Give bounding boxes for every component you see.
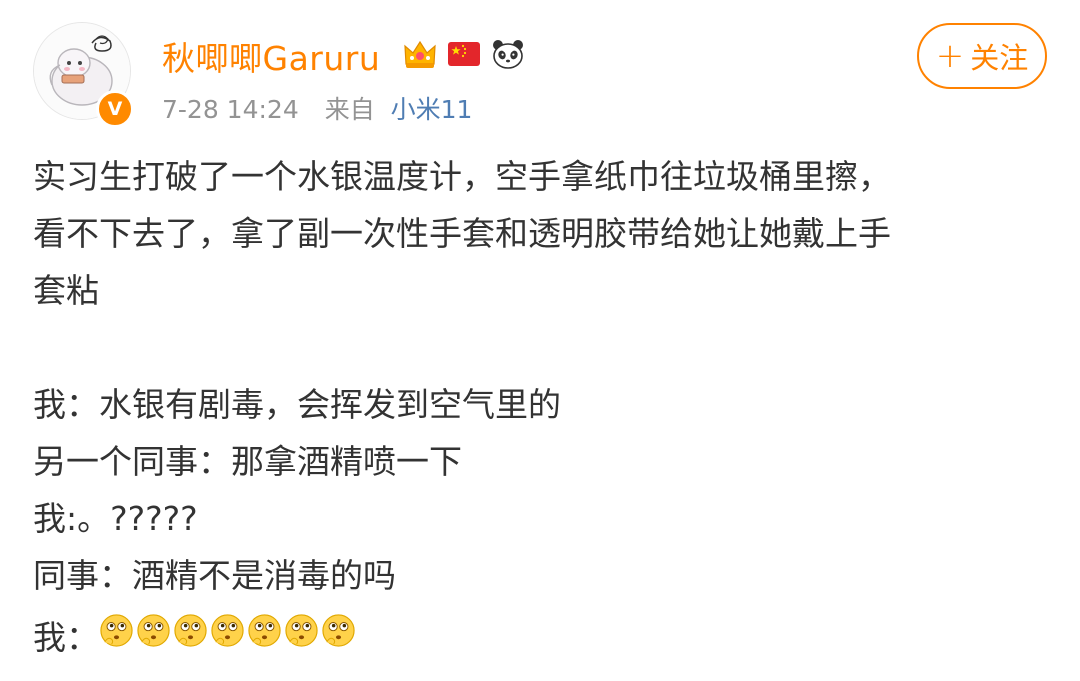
emoji-line: 我： bbox=[33, 606, 358, 663]
plus-icon: + bbox=[935, 36, 965, 76]
post-content: 实习生打破了一个水银温度计，空手拿纸巾往垃圾桶里擦， 看不下去了，拿了副一次性手… bbox=[33, 148, 1053, 604]
emoji-group bbox=[99, 613, 358, 656]
panda-icon bbox=[493, 40, 523, 69]
crown-icon bbox=[404, 40, 436, 68]
verified-badge: V bbox=[96, 90, 134, 128]
post-text-line: 另一个同事：那拿酒精喷一下 bbox=[33, 442, 462, 481]
pondering-face-emoji bbox=[285, 614, 318, 647]
post-text-line: 套粘 bbox=[33, 271, 99, 310]
post-text-line: 我:。????? bbox=[33, 499, 198, 538]
pondering-face-emoji bbox=[100, 614, 133, 647]
post-text-line: 我：水银有剧毒，会挥发到空气里的 bbox=[33, 385, 561, 424]
verified-badge-label: V bbox=[107, 97, 123, 120]
post-header: V 秋唧唧Garuru 7-28 14:24 来自 小米11 + 关注 bbox=[0, 0, 1080, 140]
author-name[interactable]: 秋唧唧Garuru bbox=[162, 32, 380, 80]
post-time: 7-28 14:24 bbox=[162, 95, 299, 124]
post-text-line: 看不下去了，拿了副一次性手套和透明胶带给她让她戴上手 bbox=[33, 214, 891, 253]
follow-button[interactable]: + 关注 bbox=[917, 23, 1047, 89]
source-prefix: 来自 bbox=[324, 95, 375, 124]
post-text-line: 实习生打破了一个水银温度计，空手拿纸巾往垃圾桶里擦， bbox=[33, 157, 891, 196]
pondering-face-emoji bbox=[137, 614, 170, 647]
emoji-line-prefix: 我： bbox=[33, 617, 99, 657]
pondering-face-emoji bbox=[211, 614, 244, 647]
post-text-line: 同事：酒精不是消毒的吗 bbox=[33, 556, 396, 595]
pondering-face-emoji bbox=[248, 614, 281, 647]
pondering-face-emoji bbox=[174, 614, 207, 647]
source-device-link[interactable]: 小米11 bbox=[391, 95, 473, 124]
post-meta: 7-28 14:24 来自 小米11 bbox=[162, 90, 472, 126]
china-flag-icon bbox=[448, 42, 480, 66]
follow-button-label: 关注 bbox=[970, 41, 1029, 75]
pondering-face-emoji bbox=[322, 614, 355, 647]
